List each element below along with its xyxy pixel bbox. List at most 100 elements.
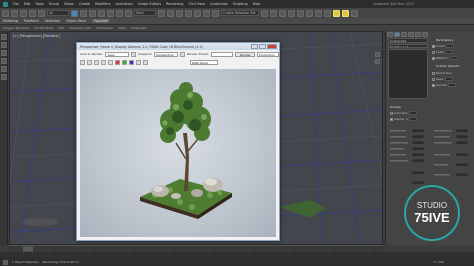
tab-populate[interactable]: Populate (91, 19, 111, 23)
save-image-icon[interactable] (80, 59, 85, 65)
subtab-modify-mode[interactable]: Modify Mode (34, 26, 53, 30)
menu-views[interactable]: Views (64, 2, 74, 6)
density-spinner[interactable] (448, 83, 457, 87)
graphite-tools-icon[interactable] (288, 9, 295, 17)
rfw-title-bar[interactable]: Perspective, frame 0, Display Gamma: 2.2… (77, 43, 279, 50)
move-icon[interactable] (107, 9, 114, 17)
scene-explorer-icon[interactable] (1, 34, 7, 40)
select-by-name-icon[interactable] (80, 9, 87, 17)
rendered-frame-window-icon[interactable] (333, 9, 340, 17)
rotation-spinner[interactable] (449, 56, 458, 60)
window-crossing-icon[interactable] (98, 9, 105, 17)
subtab-edit[interactable]: Edit (58, 26, 64, 30)
render-setup-icon[interactable] (324, 9, 331, 17)
menu-file[interactable]: File (13, 2, 19, 6)
animation-checkbox[interactable] (390, 111, 393, 115)
menu-graph-editors[interactable]: Graph Editors (138, 2, 161, 6)
motion-tab-icon[interactable] (407, 31, 414, 37)
hierarchy-tab-icon[interactable] (400, 31, 407, 37)
manipulate-icon[interactable] (167, 9, 174, 17)
app-logo-icon[interactable] (3, 1, 8, 7)
render-production-icon[interactable] (342, 9, 349, 17)
viewcube-icon[interactable] (375, 52, 380, 57)
curve-editor-icon[interactable] (297, 9, 304, 17)
distribution-checkbox[interactable] (432, 71, 435, 75)
channel-display-dropdown[interactable]: RGB Alpha (190, 59, 218, 65)
rotation-checkbox[interactable] (432, 56, 435, 60)
menu-modifiers[interactable]: Modifiers (95, 2, 110, 6)
unlink-icon[interactable] (29, 9, 36, 17)
menu-customize[interactable]: Customize (210, 2, 228, 6)
render-in-cloud-icon[interactable] (351, 9, 358, 17)
reference-coordinate-dropdown[interactable]: View (134, 10, 156, 16)
scale-spinner[interactable] (445, 50, 454, 54)
clone-frame-icon[interactable] (94, 59, 99, 65)
hierarchy-icon[interactable] (1, 50, 7, 56)
bind-space-warp-icon[interactable] (38, 9, 45, 17)
layer-manager-icon[interactable] (279, 9, 286, 17)
count-spinner[interactable] (446, 44, 455, 48)
rotate-icon[interactable] (116, 9, 123, 17)
subtab-geometry[interactable]: Geometry (All) (69, 26, 91, 30)
redo-icon[interactable] (11, 9, 18, 17)
angle-snap-icon[interactable] (194, 9, 201, 17)
maxscript-listener-icon[interactable] (3, 259, 8, 265)
snap-toggle-icon[interactable] (185, 9, 192, 17)
count-checkbox[interactable] (432, 44, 435, 48)
pivot-center-icon[interactable] (158, 9, 165, 17)
render-preset-dropdown[interactable] (210, 51, 233, 57)
scale-icon[interactable] (125, 9, 132, 17)
selection-filter-dropdown[interactable]: All (47, 10, 69, 16)
align-icon[interactable] (270, 9, 277, 17)
lock-viewport-icon[interactable] (180, 51, 185, 57)
region-select-icon[interactable] (89, 9, 96, 17)
filter-icon[interactable] (1, 66, 7, 72)
scale-checkbox[interactable] (432, 50, 435, 54)
modifier-list-dropdown[interactable]: Modifier List (388, 43, 428, 48)
mirror-icon[interactable] (261, 9, 268, 17)
viewport-label[interactable]: [+] [Perspective] [Realistic] (13, 34, 60, 38)
viewport-dropdown[interactable]: Perspective (154, 51, 179, 57)
find-icon[interactable] (1, 74, 7, 80)
subtab-polygon-modeling[interactable]: Polygon Modeling (3, 26, 29, 30)
undo-icon[interactable] (2, 9, 9, 17)
named-selection-dropdown[interactable]: Create Selection Set (221, 10, 259, 16)
percent-snap-icon[interactable] (203, 9, 210, 17)
rollout-display[interactable]: Display (390, 105, 401, 109)
animation-spinner[interactable] (409, 111, 418, 115)
subtab-properties[interactable]: Properties (131, 26, 146, 30)
tab-object-paint[interactable]: Object Paint (66, 19, 86, 23)
density-checkbox[interactable] (432, 83, 435, 87)
object-name-field[interactable]: Scatter001 (388, 38, 428, 43)
subtab-subdivision[interactable]: Subdivision (96, 26, 113, 30)
display-tab-icon[interactable] (414, 31, 421, 37)
time-slider[interactable] (9, 245, 383, 253)
frame-counter[interactable]: 0 / 100 (433, 260, 444, 264)
menu-animation[interactable]: Animation (116, 2, 133, 6)
red-channel-icon[interactable] (115, 59, 120, 65)
modify-tab-icon[interactable] (393, 31, 400, 37)
select-object-icon[interactable] (71, 9, 78, 17)
menu-help[interactable]: Help (253, 2, 261, 6)
schematic-view-icon[interactable] (306, 9, 313, 17)
utilities-tab-icon[interactable] (421, 31, 428, 37)
link-icon[interactable] (20, 9, 27, 17)
copy-image-icon[interactable] (87, 59, 92, 65)
tab-freeform[interactable]: Freeform (24, 19, 39, 23)
area-to-render-dropdown[interactable]: View (105, 51, 130, 57)
alpha-channel-icon[interactable] (136, 59, 141, 65)
green-channel-icon[interactable] (122, 59, 127, 65)
menu-group[interactable]: Group (49, 2, 59, 6)
seed-checkbox[interactable] (432, 77, 435, 81)
monochrome-icon[interactable] (143, 59, 148, 65)
menu-rendering[interactable]: Rendering (166, 2, 183, 6)
print-image-icon[interactable] (101, 59, 106, 65)
menu-edit[interactable]: Edit (24, 2, 31, 6)
menu-tools[interactable]: Tools (35, 2, 43, 6)
maximize-icon[interactable] (259, 44, 266, 49)
blue-channel-icon[interactable] (129, 59, 134, 65)
create-tab-icon[interactable] (386, 31, 393, 37)
modifier-stack[interactable] (388, 49, 428, 99)
spinner-snap-icon[interactable] (212, 9, 219, 17)
production-dropdown[interactable]: Production (257, 51, 279, 57)
